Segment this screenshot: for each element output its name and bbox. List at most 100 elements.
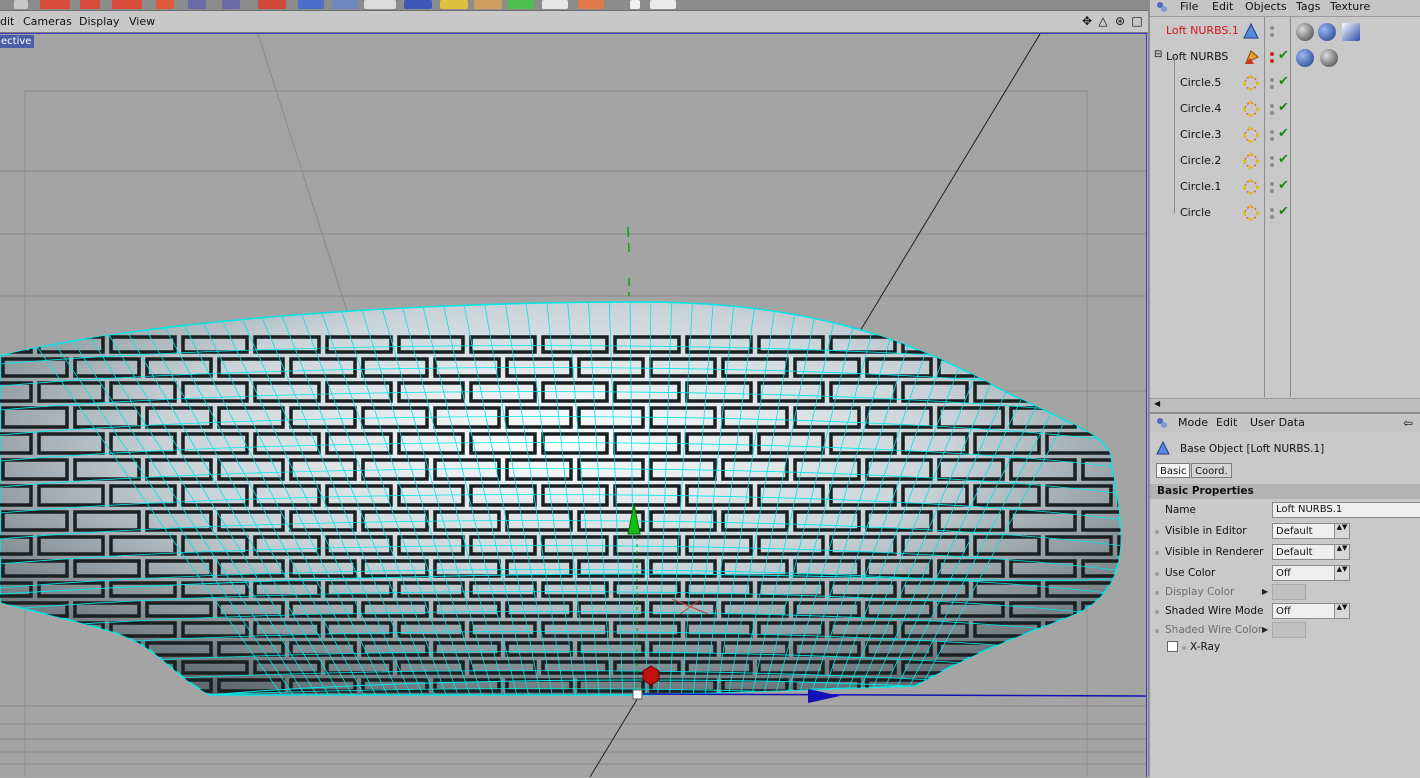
- tool-icon[interactable]: [542, 0, 568, 9]
- enabled-check-icon[interactable]: ✔: [1278, 152, 1289, 167]
- object-manager-menubar: File Edit Objects Tags Texture: [1150, 0, 1420, 16]
- expand-color-icon[interactable]: ▶: [1262, 587, 1268, 596]
- enabled-check-icon[interactable]: ✔: [1278, 126, 1289, 141]
- enabled-check-icon[interactable]: ✔: [1278, 178, 1289, 193]
- tool-icon[interactable]: [474, 0, 502, 9]
- name-field[interactable]: Loft NURBS.1: [1272, 502, 1420, 518]
- loft-nurbs-object[interactable]: [0, 294, 1146, 717]
- back-arrow-icon[interactable]: ⇦: [1403, 416, 1413, 430]
- color-swatch[interactable]: [1272, 584, 1306, 600]
- enabled-check-icon[interactable]: ✔: [1278, 204, 1289, 219]
- color-swatch[interactable]: [1272, 622, 1306, 638]
- tool-icon[interactable]: [508, 0, 534, 9]
- object-row[interactable]: Circle.4 ✔: [1150, 83, 1420, 121]
- menu-cameras[interactable]: Cameras: [23, 15, 72, 28]
- object-name[interactable]: Circle: [1180, 206, 1211, 219]
- menu-view[interactable]: View: [129, 15, 155, 28]
- tool-icon[interactable]: [440, 0, 468, 9]
- name-label: Name: [1165, 504, 1196, 516]
- maximize-view-icon[interactable]: □: [1130, 14, 1144, 28]
- tool-icon[interactable]: [404, 0, 432, 9]
- tool-icon[interactable]: [188, 0, 206, 9]
- texture-tag-icon[interactable]: [1296, 23, 1314, 41]
- tool-icon[interactable]: [222, 0, 240, 9]
- menu-edit[interactable]: Edit: [1216, 416, 1237, 430]
- object-name[interactable]: Circle.3: [1180, 128, 1221, 141]
- dropdown-arrow-icon[interactable]: ▲▼: [1334, 566, 1349, 580]
- menu-texture[interactable]: Texture: [1330, 0, 1370, 14]
- object-row[interactable]: Circle ✔: [1150, 187, 1420, 225]
- object-row[interactable]: Circle.5 ✔: [1150, 57, 1420, 95]
- zoom-view-icon[interactable]: ⊛: [1113, 14, 1127, 28]
- menu-edit[interactable]: Edit: [1212, 0, 1233, 14]
- pivot-point[interactable]: [632, 689, 643, 700]
- circle-spline-icon: [1243, 127, 1259, 143]
- attribute-label: Shaded Wire Color: [1165, 624, 1263, 636]
- object-name[interactable]: Loft NURBS: [1166, 50, 1228, 63]
- scroll-left-icon[interactable]: ◀: [1154, 399, 1160, 408]
- object-list[interactable]: Loft NURBS.1 ⊟ Loft NURBS ✔ Circle.5 ✔ Circle.…: [1150, 16, 1420, 403]
- menu-file[interactable]: File: [1180, 0, 1198, 14]
- tool-icon[interactable]: [40, 0, 70, 9]
- tool-icon[interactable]: [156, 0, 174, 9]
- rotate-view-icon[interactable]: △: [1096, 14, 1110, 28]
- dropdown-arrow-icon[interactable]: ▲▼: [1334, 604, 1349, 618]
- object-row[interactable]: Loft NURBS.1: [1150, 19, 1420, 43]
- tool-icon[interactable]: [298, 0, 324, 9]
- phong-tag-icon[interactable]: [1296, 49, 1314, 67]
- scene-canvas[interactable]: [0, 34, 1146, 777]
- tab-basic[interactable]: Basic: [1156, 463, 1191, 478]
- object-name[interactable]: Loft NURBS.1: [1166, 24, 1239, 37]
- attribute-dropdown[interactable]: Default ▲▼: [1272, 523, 1350, 539]
- tool-icon[interactable]: [578, 0, 604, 9]
- dropdown-arrow-icon[interactable]: ▲▼: [1334, 524, 1349, 538]
- expand-icon[interactable]: ⊟: [1154, 49, 1162, 60]
- attribute-manager-menubar: Mode Edit User Data ⇦: [1150, 416, 1420, 432]
- menu-display[interactable]: Display: [79, 15, 120, 28]
- object-name[interactable]: Circle.1: [1180, 180, 1221, 193]
- menu-user-data[interactable]: User Data: [1250, 416, 1305, 430]
- tool-icon[interactable]: [364, 0, 396, 9]
- enabled-check-icon[interactable]: ✔: [1278, 48, 1289, 63]
- attribute-manager-icon: [1157, 418, 1167, 428]
- expand-color-icon[interactable]: ▶: [1262, 625, 1268, 634]
- attribute-label: Visible in Editor: [1165, 525, 1247, 537]
- object-list-scrollbar[interactable]: ◀: [1150, 398, 1420, 411]
- object-row[interactable]: Circle.3 ✔: [1150, 109, 1420, 147]
- managers-panel: File Edit Objects Tags Texture Loft NURB…: [1148, 0, 1420, 778]
- menu-tags[interactable]: Tags: [1296, 0, 1320, 14]
- move-view-icon[interactable]: ✥: [1080, 14, 1094, 28]
- x-axis-handle[interactable]: [808, 689, 840, 703]
- tool-icon[interactable]: [14, 0, 28, 9]
- attribute-dropdown[interactable]: Default ▲▼: [1272, 544, 1350, 560]
- attribute-dropdown[interactable]: Off ▲▼: [1272, 565, 1350, 581]
- tool-icon[interactable]: [630, 0, 640, 9]
- object-name[interactable]: Circle.2: [1180, 154, 1221, 167]
- tool-icon[interactable]: [112, 0, 142, 9]
- tool-icon[interactable]: [332, 0, 358, 9]
- tab-coord[interactable]: Coord.: [1191, 463, 1232, 478]
- attribute-row: Display Color ▶: [1150, 583, 1420, 603]
- object-name[interactable]: Circle.4: [1180, 102, 1221, 115]
- tool-icon[interactable]: [80, 0, 100, 9]
- enabled-check-icon[interactable]: ✔: [1278, 74, 1289, 89]
- menu-edit[interactable]: dit: [0, 15, 14, 28]
- perspective-viewport[interactable]: ective: [0, 33, 1147, 777]
- object-row[interactable]: Circle.2 ✔: [1150, 135, 1420, 173]
- attribute-manager: Mode Edit User Data ⇦ Base Object [Loft …: [1150, 412, 1420, 778]
- texture-tag-icon[interactable]: [1320, 49, 1338, 67]
- display-tag-icon[interactable]: [1342, 23, 1360, 41]
- viewport-panel: dit Cameras Display View ✥ △ ⊛ □ ective: [0, 0, 1148, 777]
- tool-icon[interactable]: [650, 0, 676, 9]
- menu-mode[interactable]: Mode: [1178, 416, 1208, 430]
- object-row[interactable]: ⊟ Loft NURBS ✔: [1150, 45, 1420, 69]
- menu-objects[interactable]: Objects: [1245, 0, 1287, 14]
- tool-icon[interactable]: [258, 0, 286, 9]
- phong-tag-icon[interactable]: [1318, 23, 1336, 41]
- attribute-dropdown[interactable]: Off ▲▼: [1272, 603, 1350, 619]
- object-row[interactable]: Circle.1 ✔: [1150, 161, 1420, 199]
- xray-checkbox[interactable]: [1167, 641, 1178, 652]
- object-name[interactable]: Circle.5: [1180, 76, 1221, 89]
- enabled-check-icon[interactable]: ✔: [1278, 100, 1289, 115]
- dropdown-arrow-icon[interactable]: ▲▼: [1334, 545, 1349, 559]
